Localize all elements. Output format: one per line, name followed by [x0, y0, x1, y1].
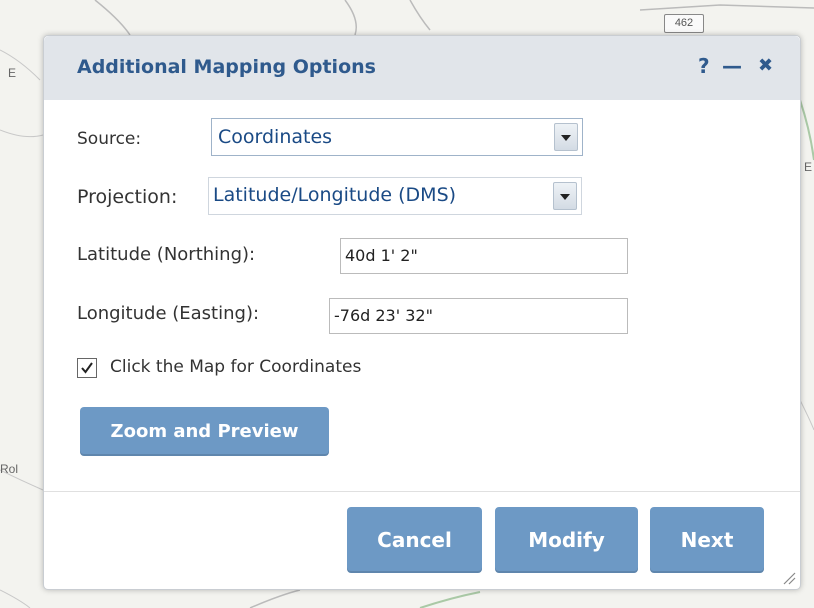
close-icon[interactable]: ✖ [758, 54, 773, 78]
cancel-button[interactable]: Cancel [347, 507, 482, 573]
projection-value: Latitude/Longitude (DMS) [213, 184, 457, 206]
projection-dropdown-button[interactable] [553, 182, 577, 210]
longitude-label: Longitude (Easting): [77, 303, 260, 324]
map-label: E [804, 160, 813, 174]
minimize-icon[interactable]: — [722, 54, 742, 78]
chevron-down-icon [561, 135, 571, 141]
longitude-value: -76d 23' 32" [334, 306, 433, 325]
source-dropdown-button[interactable] [554, 123, 578, 151]
chevron-down-icon [560, 194, 570, 200]
latitude-label: Latitude (Northing): [77, 244, 256, 265]
longitude-input[interactable]: -76d 23' 32" [329, 298, 628, 334]
modify-button[interactable]: Modify [495, 507, 638, 573]
source-label: Source: [77, 129, 142, 149]
click-map-checkbox[interactable] [77, 358, 97, 378]
footer-divider [44, 491, 800, 492]
checkmark-icon [81, 362, 93, 374]
map-label: Rol [0, 462, 19, 476]
help-icon[interactable]: ? [698, 54, 710, 78]
click-map-label[interactable]: Click the Map for Coordinates [110, 357, 361, 377]
resize-grip-icon[interactable] [780, 569, 796, 585]
projection-select[interactable]: Latitude/Longitude (DMS) [208, 177, 582, 215]
source-value: Coordinates [218, 126, 333, 148]
next-button[interactable]: Next [650, 507, 764, 573]
route-shield: 462 [664, 14, 704, 33]
latitude-input[interactable]: 40d 1' 2" [340, 238, 628, 274]
source-select[interactable]: Coordinates [211, 118, 583, 156]
map-label: E [8, 66, 17, 80]
projection-label: Projection: [77, 186, 178, 208]
zoom-preview-button[interactable]: Zoom and Preview [80, 407, 329, 456]
dialog-title: Additional Mapping Options [77, 56, 376, 78]
dialog-titlebar[interactable]: Additional Mapping Options ? — ✖ [44, 36, 800, 100]
latitude-value: 40d 1' 2" [345, 246, 418, 265]
mapping-options-dialog: Additional Mapping Options ? — ✖ Source:… [43, 35, 801, 590]
